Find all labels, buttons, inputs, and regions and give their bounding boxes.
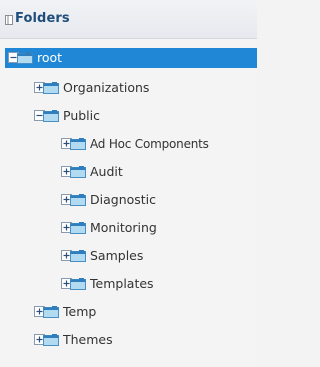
tree-node-temp[interactable]: Temp [5, 302, 257, 322]
tree-node-label: Organizations [63, 80, 150, 95]
tree-node-monitoring[interactable]: Monitoring [5, 218, 257, 238]
tree-node-audit[interactable]: Audit [5, 162, 257, 182]
tree-node-label: Ad Hoc Components [90, 137, 209, 151]
tree-node-templates[interactable]: Templates [5, 274, 257, 294]
tree-node-public[interactable]: Public [5, 106, 257, 126]
tree-node-organizations[interactable]: Organizations [5, 78, 257, 98]
folder-tree: root Organizations Public Ad Hoc Compone… [0, 0, 257, 367]
folder-icon [43, 334, 59, 346]
folder-icon [17, 52, 33, 64]
tree-node-label: Templates [90, 276, 154, 291]
tree-node-label: root [37, 50, 63, 65]
tree-node-diagnostic[interactable]: Diagnostic [5, 190, 257, 210]
folder-icon [70, 222, 86, 234]
tree-node-label: Public [63, 108, 100, 123]
folder-icon [70, 250, 86, 262]
folder-icon [70, 194, 86, 206]
tree-node-themes[interactable]: Themes [5, 330, 257, 350]
tree-node-label: Themes [63, 332, 113, 347]
folder-icon [43, 110, 59, 122]
folder-icon [43, 82, 59, 94]
tree-node-label: Temp [63, 304, 97, 319]
folder-icon [70, 166, 86, 178]
tree-node-ad-hoc-components[interactable]: Ad Hoc Components [5, 134, 257, 154]
tree-node-label: Samples [90, 248, 144, 263]
tree-node-label: Monitoring [90, 220, 157, 235]
tree-node-label: Diagnostic [90, 192, 157, 207]
tree-node-root[interactable]: root [5, 48, 257, 68]
tree-node-samples[interactable]: Samples [5, 246, 257, 266]
folders-panel: Folders root Organizations Public Ad Hoc… [0, 0, 257, 367]
folder-icon [70, 138, 86, 150]
folder-icon [70, 278, 86, 290]
folder-icon [43, 306, 59, 318]
tree-node-label: Audit [90, 164, 123, 179]
